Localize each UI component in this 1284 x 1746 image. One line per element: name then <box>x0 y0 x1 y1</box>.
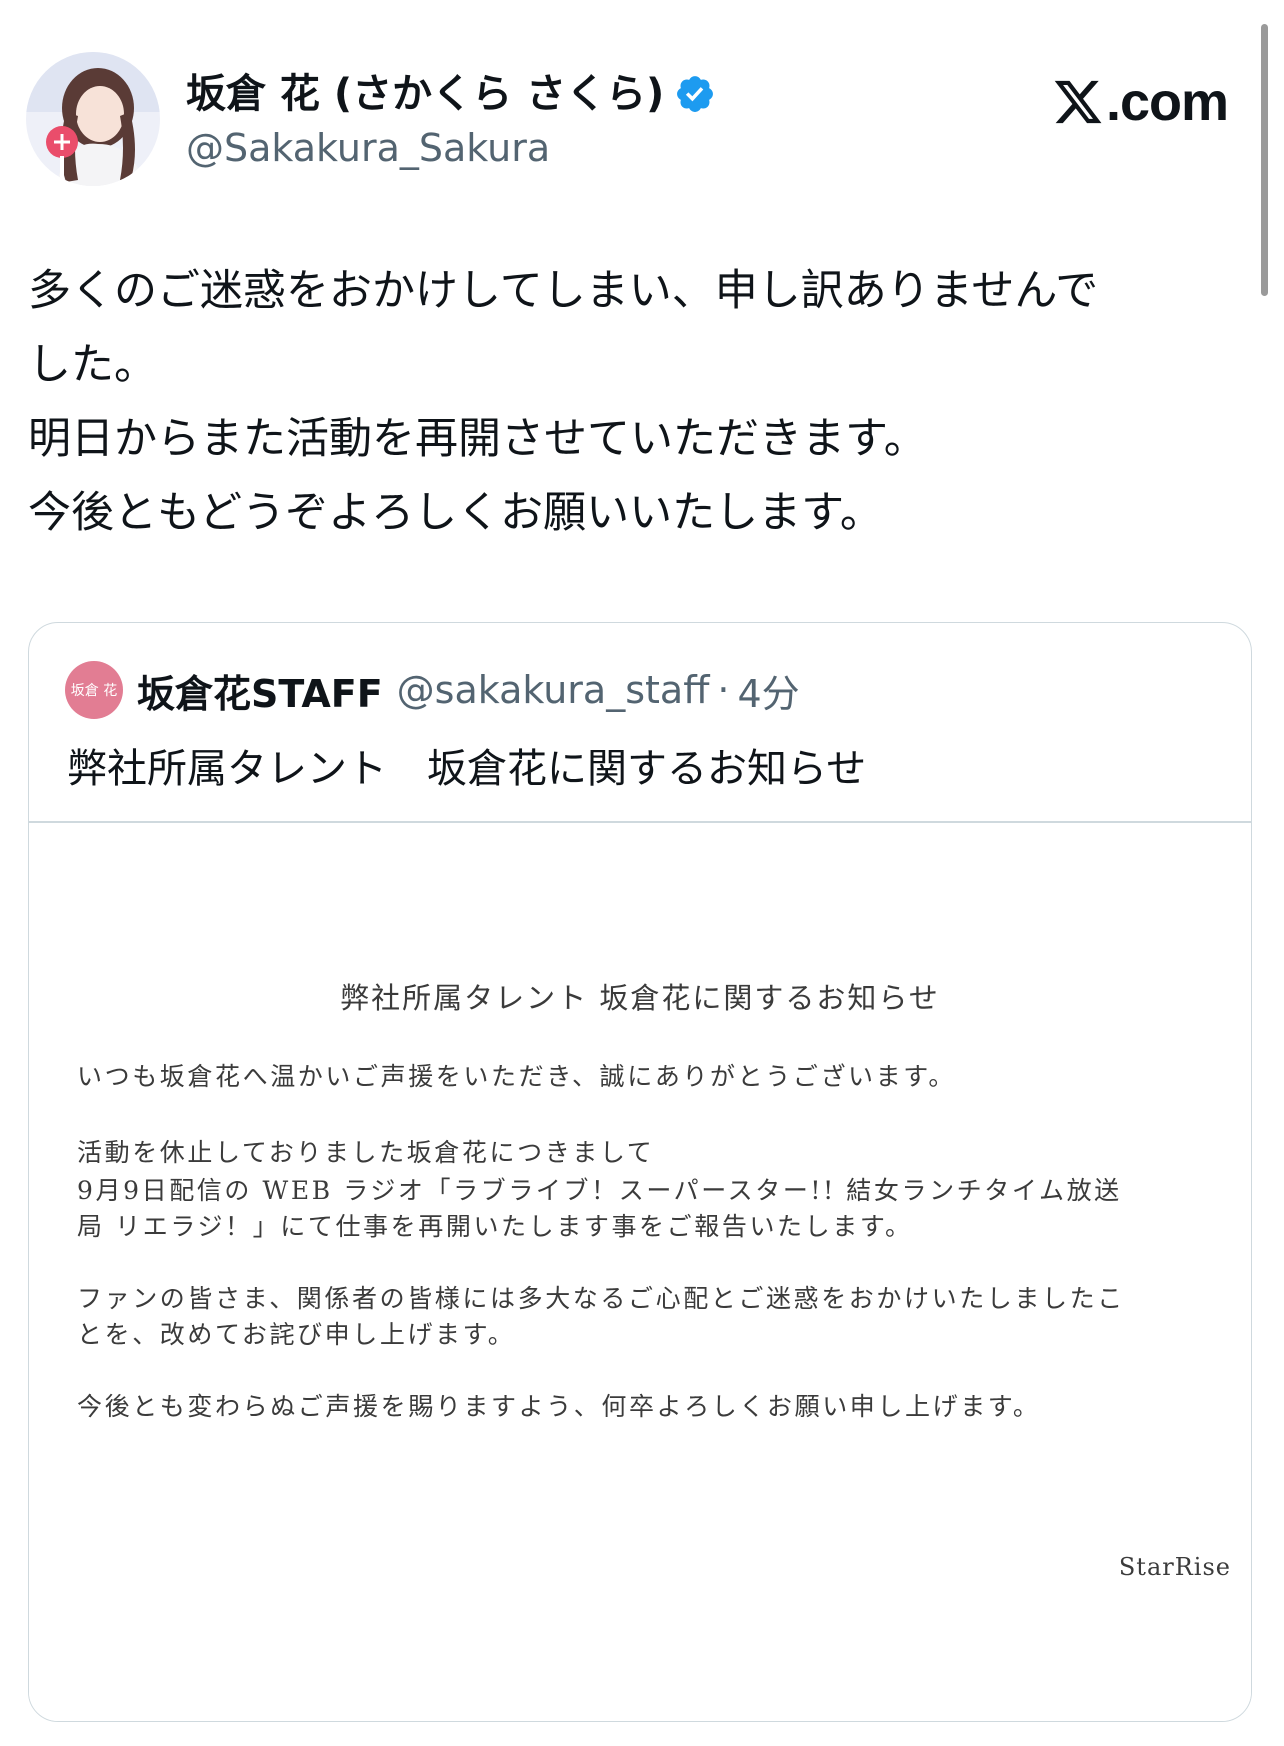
profile-handle[interactable]: @Sakakura_Sakura <box>186 122 550 174</box>
site-logo-text: .com <box>1105 72 1229 132</box>
scrollbar[interactable] <box>1261 24 1268 296</box>
tweet-line: した。 <box>28 340 157 390</box>
tweet-line: 多くのご迷惑をおかけしてしまい、申し訳ありませんで <box>28 266 1099 316</box>
notice-line: いつも坂倉花へ温かいご声援をいただき、誠にありがとうございます。 <box>77 1062 956 1091</box>
notice-line: 局 リエラジ！」にて仕事を再開いたします事をご報告いたします。 <box>77 1212 913 1241</box>
quoted-tweet-card[interactable]: 坂倉 花 坂倉花STAFF @sakakura_staff · 4分 弊社所属タ… <box>28 622 1252 1722</box>
tweet-line: 今後ともどうぞよろしくお願いいたします。 <box>28 488 883 538</box>
display-name[interactable]: 坂倉 花 (さかくら さくら) <box>186 66 716 122</box>
quoted-display-name[interactable]: 坂倉花STAFF <box>137 663 383 718</box>
avatar-image <box>26 52 160 186</box>
notice-line: とを、改めてお詫び申し上げます。 <box>77 1320 516 1349</box>
tweet-text: 多くのご迷惑をおかけしてしまい、申し訳ありませんで した。 明日からまた活動を再… <box>28 254 1228 550</box>
notice-title: 弊社所属タレント 坂倉花に関するお知らせ <box>340 981 940 1015</box>
site-logo[interactable]: .com <box>1052 70 1229 134</box>
staff-avatar[interactable]: 坂倉 花 <box>65 661 123 719</box>
display-name-text: 坂倉 花 (さかくら さくら) <box>186 71 665 117</box>
notice-signature: StarRise <box>1118 1553 1231 1581</box>
tweet-line: 明日からまた活動を再開させていただきます。 <box>28 414 927 464</box>
staff-avatar-text: 坂倉 花 <box>70 683 118 699</box>
quoted-handle[interactable]: @sakakura_staff <box>397 668 710 712</box>
notice-line: 今後とも変わらぬご声援を賜りますよう、何卒よろしくお願い申し上げます。 <box>77 1392 1041 1421</box>
quoted-tweet-header: 坂倉 花 坂倉花STAFF @sakakura_staff · 4分 <box>65 661 800 719</box>
notice-line: ファンの皆さま、関係者の皆様には多大なるご心配とご迷惑をおかけいたしましたこ <box>77 1284 1125 1313</box>
dot-separator: · <box>717 668 730 712</box>
quoted-timestamp[interactable]: 4分 <box>737 663 799 718</box>
profile-avatar[interactable] <box>26 52 160 186</box>
notice-image[interactable]: 弊社所属タレント 坂倉花に関するお知らせ いつも坂倉花へ温かいご声援をいただき、… <box>29 823 1251 1721</box>
verified-badge-icon <box>674 73 716 115</box>
notice-line: 9月9日配信の WEB ラジオ「ラブライブ！スーパースター!! 結女ランチタイム… <box>77 1176 1122 1205</box>
notice-line: 活動を休止しておりました坂倉花につきまして <box>77 1138 655 1167</box>
x-logo-icon <box>1054 80 1102 124</box>
quoted-tweet-text: 弊社所属タレント 坂倉花に関するお知らせ <box>67 746 867 792</box>
